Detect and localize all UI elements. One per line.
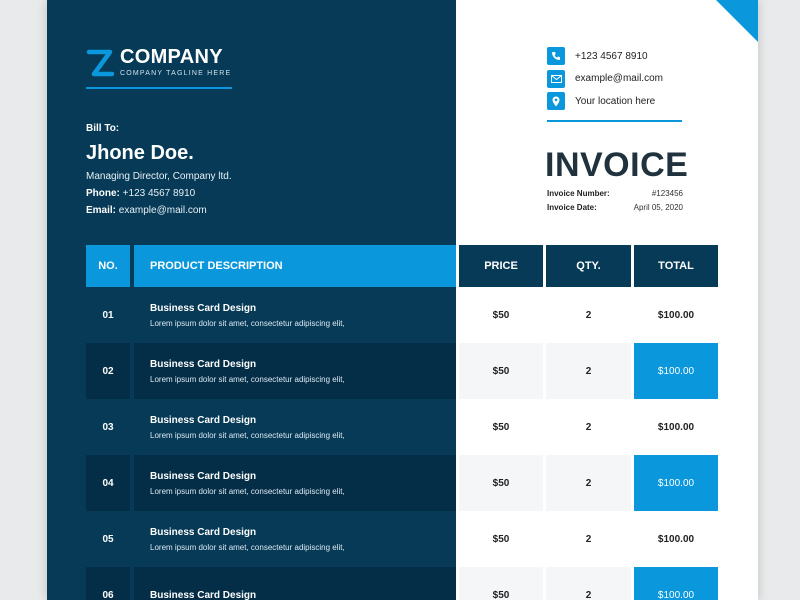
- row-total: $100.00: [634, 567, 718, 600]
- row-number: 03: [86, 399, 130, 455]
- row-description: Business Card Design Lorem ipsum dolor si…: [134, 343, 456, 399]
- row-price: $50: [459, 567, 543, 600]
- row-qty: 2: [546, 567, 631, 600]
- header-price: PRICE: [459, 245, 543, 287]
- row-item-title: Business Card Design: [150, 526, 257, 538]
- row-qty: 2: [546, 455, 631, 511]
- header-no: NO.: [86, 245, 130, 287]
- row-price: $50: [459, 287, 543, 343]
- row-description: Business Card Design Lorem ipsum dolor si…: [134, 287, 456, 343]
- invoice-date-row: Invoice Date: April 05, 2020: [547, 203, 683, 212]
- row-item-desc: Lorem ipsum dolor sit amet, consectetur …: [150, 430, 345, 440]
- mail-icon: [547, 69, 565, 88]
- header-description: PRODUCT DESCRIPTION: [134, 245, 456, 287]
- row-description: Business Card Design: [134, 567, 456, 600]
- row-number: 05: [86, 511, 130, 567]
- row-total: $100.00: [634, 511, 718, 567]
- row-qty: 2: [546, 511, 631, 567]
- client-name: Jhone Doe.: [86, 142, 194, 164]
- row-price: $50: [459, 399, 543, 455]
- company-logo: COMPANY COMPANY TAGLINE HERE: [86, 47, 231, 78]
- row-price: $50: [459, 511, 543, 567]
- row-total: $100.00: [634, 455, 718, 511]
- client-phone: Phone: +123 4567 8910: [86, 188, 196, 199]
- bill-to-label: Bill To:: [86, 123, 120, 134]
- invoice-title: INVOICE: [545, 146, 689, 184]
- corner-accent: [716, 0, 758, 42]
- row-item-title: Business Card Design: [150, 414, 257, 426]
- client-title: Managing Director, Company ltd.: [86, 171, 232, 182]
- invoice-number-row: Invoice Number: #123456: [547, 189, 683, 198]
- logo-mark-icon: [86, 49, 114, 76]
- row-number: 02: [86, 343, 130, 399]
- row-item-desc: Lorem ipsum dolor sit amet, consectetur …: [150, 542, 345, 552]
- client-email: Email: example@mail.com: [86, 205, 207, 216]
- row-item-desc: Lorem ipsum dolor sit amet, consectetur …: [150, 374, 345, 384]
- invoice-meta: Invoice Number: #123456 Invoice Date: Apri…: [547, 189, 683, 217]
- row-item-desc: Lorem ipsum dolor sit amet, consectetur …: [150, 318, 345, 328]
- location-pin-icon: [547, 92, 565, 110]
- phone-icon: [547, 47, 565, 65]
- row-description: Business Card Design Lorem ipsum dolor si…: [134, 511, 456, 567]
- contact-phone: +123 4567 8910: [547, 47, 663, 65]
- invoice-page: COMPANY COMPANY TAGLINE HERE Bill To: Jh…: [47, 0, 758, 600]
- row-number: 04: [86, 455, 130, 511]
- row-item-title: Business Card Design: [150, 302, 257, 314]
- row-number: 01: [86, 287, 130, 343]
- row-total: $100.00: [634, 399, 718, 455]
- contact-location: Your location here: [547, 92, 663, 110]
- row-total: $100.00: [634, 287, 718, 343]
- row-item-title: Business Card Design: [150, 358, 257, 370]
- row-number: 06: [86, 567, 130, 600]
- header-qty: QTY.: [546, 245, 631, 287]
- company-name: COMPANY: [120, 46, 223, 68]
- company-tagline: COMPANY TAGLINE HERE: [120, 70, 232, 77]
- row-price: $50: [459, 343, 543, 399]
- header-total: TOTAL: [634, 245, 718, 287]
- row-qty: 2: [546, 343, 631, 399]
- bill-to-block: Bill To: Jhone Doe. Managing Director, C…: [86, 123, 232, 216]
- row-price: $50: [459, 455, 543, 511]
- row-total: $100.00: [634, 343, 718, 399]
- row-qty: 2: [546, 287, 631, 343]
- row-description: Business Card Design Lorem ipsum dolor si…: [134, 455, 456, 511]
- logo-underline: [86, 87, 232, 89]
- contact-list: +123 4567 8910 example@mail.com Your loc…: [547, 47, 663, 115]
- contact-email: example@mail.com: [547, 69, 663, 88]
- row-item-title: Business Card Design: [150, 589, 257, 600]
- row-item-title: Business Card Design: [150, 470, 257, 482]
- row-description: Business Card Design Lorem ipsum dolor si…: [134, 399, 456, 455]
- row-qty: 2: [546, 399, 631, 455]
- contact-underline: [547, 120, 682, 122]
- row-item-desc: Lorem ipsum dolor sit amet, consectetur …: [150, 486, 345, 496]
